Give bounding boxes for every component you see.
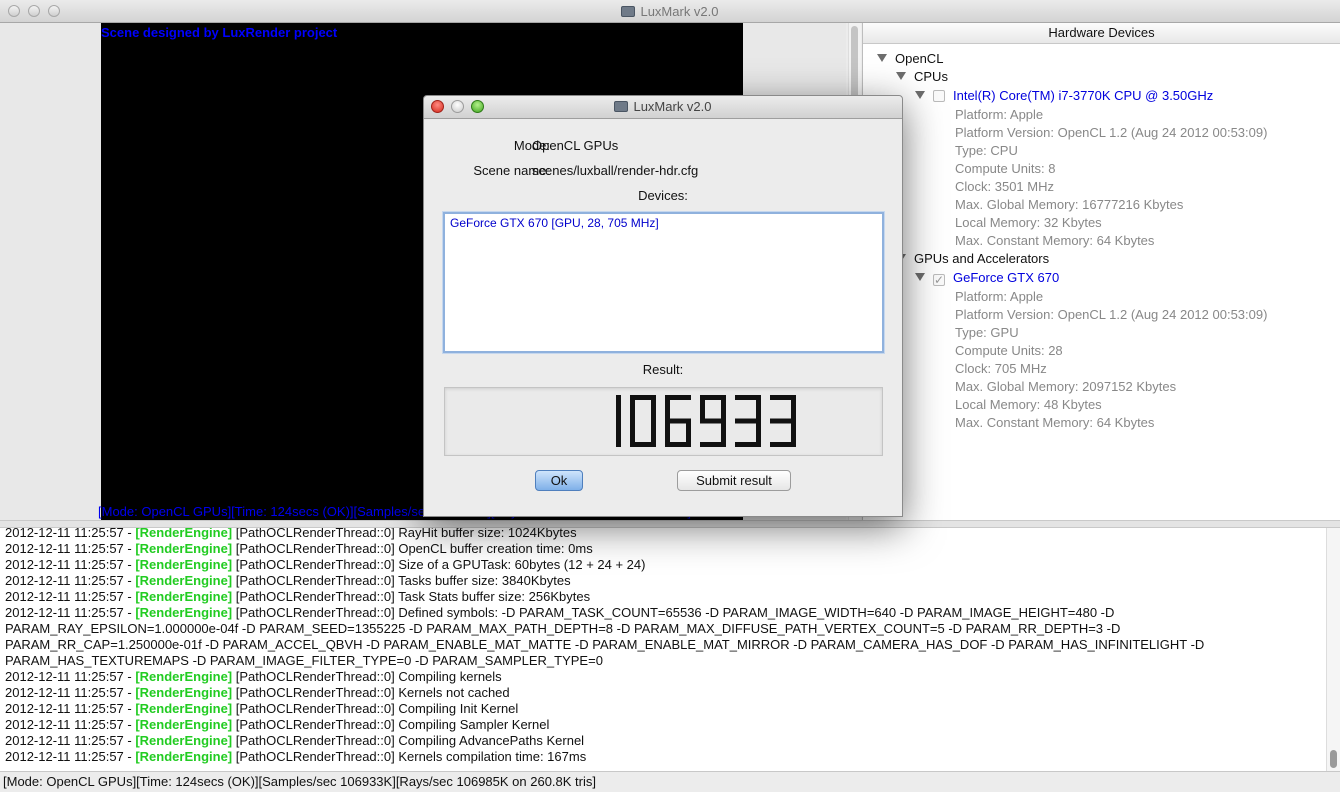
hardware-devices-panel: Hardware Devices OpenCL CPUs Intel(R) Co… (862, 23, 1340, 520)
lcd-segment (665, 395, 670, 421)
cpu-prop: Compute Units: 8 (955, 161, 1056, 176)
cpu-prop: Max. Constant Memory: 64 Kbytes (955, 233, 1155, 248)
result-label: Result: (642, 362, 684, 377)
cpu-device-name: Intel(R) Core(TM) i7-3770K CPU @ 3.50GHz (953, 88, 1214, 103)
log-line: 2012-12-11 11:25:57 - [RenderEngine] [Pa… (5, 717, 550, 732)
checkmark-icon: ✓ (934, 273, 945, 287)
hardware-devices-header: Hardware Devices (863, 23, 1340, 44)
cpu-prop: Clock: 3501 MHz (955, 179, 1054, 194)
main-title-bar: LuxMark v2.0 (0, 0, 1340, 23)
log-line: 2012-12-11 11:25:57 - [RenderEngine] [Pa… (5, 541, 593, 556)
gpu-prop: Max. Constant Memory: 64 Kbytes (955, 415, 1155, 430)
disclosure-triangle-icon[interactable] (915, 273, 925, 281)
cpu-prop: Max. Global Memory: 16777216 Kbytes (955, 197, 1184, 212)
gpu-prop: Clock: 705 MHz (955, 361, 1047, 376)
submit-result-button[interactable]: Submit result (677, 470, 791, 491)
lcd-segment (700, 442, 726, 447)
log-line: 2012-12-11 11:25:57 - [RenderEngine] [Pa… (5, 573, 571, 588)
dialog-title-bar: LuxMark v2.0 (424, 96, 902, 119)
log-line: PARAM_RR_CAP=1.250000e-01f -D PARAM_ACCE… (5, 637, 1205, 652)
log-line: 2012-12-11 11:25:57 - [RenderEngine] [Pa… (5, 557, 646, 572)
status-bar: [Mode: OpenCL GPUs][Time: 124secs (OK)][… (0, 771, 1340, 791)
gpu-prop: Platform Version: OpenCL 1.2 (Aug 24 201… (955, 307, 1268, 322)
log-line: 2012-12-11 11:25:57 - [RenderEngine] [Pa… (5, 733, 585, 748)
log-line: 2012-12-11 11:25:57 - [RenderEngine] [Pa… (5, 528, 577, 540)
tree-node-opencl[interactable]: OpenCL (877, 50, 943, 68)
tree-node-cpu-device[interactable]: Intel(R) Core(TM) i7-3770K CPU @ 3.50GHz (915, 87, 1213, 105)
lcd-segment (791, 395, 796, 421)
scene-credit: Scene designed by LuxRender project (101, 25, 338, 40)
tree-node-cpus[interactable]: CPUs (896, 68, 948, 86)
lcd-segment (616, 421, 621, 447)
log-line: PARAM_RAY_EPSILON=1.000000e-04f -D PARAM… (5, 621, 1121, 636)
lcd-segment (616, 395, 621, 421)
lcd-segment (686, 421, 691, 447)
lcd-segment (770, 442, 796, 447)
result-display (444, 387, 883, 456)
gpu-prop: Type: GPU (955, 325, 1019, 340)
gpu-prop: Local Memory: 48 Kbytes (955, 397, 1102, 412)
devices-label: Devices: (638, 188, 688, 203)
lcd-result-readout (616, 395, 796, 447)
tree-node-gpus[interactable]: GPUs and Accelerators (896, 250, 1049, 268)
log-view[interactable]: 2012-12-11 11:25:57 - [RenderEngine] [Pa… (0, 528, 1326, 771)
lcd-segment (630, 442, 656, 447)
cpu-prop: Type: CPU (955, 143, 1018, 158)
result-dialog: LuxMark v2.0 Mode: OpenCL GPUs Scene nam… (423, 95, 903, 517)
device-list-item[interactable]: GeForce GTX 670 [GPU, 28, 705 MHz] (450, 216, 659, 230)
ok-button[interactable]: Ok (535, 470, 583, 491)
luxmark-app-icon (614, 101, 629, 112)
pane-splitter[interactable] (0, 520, 1340, 528)
log-line: 2012-12-11 11:25:57 - [RenderEngine] [Pa… (5, 605, 1115, 620)
cpu-device-checkbox[interactable] (933, 90, 945, 102)
disclosure-triangle-icon[interactable] (877, 54, 887, 62)
log-scrollbar-thumb[interactable] (1330, 750, 1337, 768)
tree-node-gpu-device[interactable]: ✓ GeForce GTX 670 (915, 269, 1059, 287)
lcd-segment (721, 395, 726, 421)
dialog-title: LuxMark v2.0 (633, 99, 712, 114)
cpu-prop: Local Memory: 32 Kbytes (955, 215, 1102, 230)
devices-list[interactable]: GeForce GTX 670 [GPU, 28, 705 MHz] (443, 212, 884, 353)
lcd-digits (616, 395, 796, 447)
mode-value: OpenCL GPUs (532, 138, 619, 153)
gpu-device-name: GeForce GTX 670 (953, 270, 1060, 285)
luxmark-app-icon (621, 6, 636, 17)
lcd-segment (651, 395, 656, 421)
lcd-segment (630, 395, 635, 421)
log-line: 2012-12-11 11:25:57 - [RenderEngine] [Pa… (5, 685, 510, 700)
lcd-segment (700, 418, 726, 424)
gpu-prop: Platform: Apple (955, 289, 1044, 304)
gpu-prop: Compute Units: 28 (955, 343, 1063, 358)
gpu-prop: Max. Global Memory: 2097152 Kbytes (955, 379, 1177, 394)
log-line: 2012-12-11 11:25:57 - [RenderEngine] [Pa… (5, 589, 591, 604)
lcd-segment (756, 395, 761, 421)
scene-name-value: scenes/luxball/render-hdr.cfg (532, 163, 699, 178)
log-scrollbar[interactable] (1326, 528, 1340, 771)
log-line: 2012-12-11 11:25:57 - [RenderEngine] [Pa… (5, 669, 502, 684)
cpu-prop: Platform: Apple (955, 107, 1044, 122)
lcd-segment (735, 442, 761, 447)
cpu-prop: Platform Version: OpenCL 1.2 (Aug 24 201… (955, 125, 1268, 140)
log-line: 2012-12-11 11:25:57 - [RenderEngine] [Pa… (5, 749, 587, 764)
disclosure-triangle-icon[interactable] (915, 91, 925, 99)
window-title: LuxMark v2.0 (640, 4, 719, 19)
log-line: 2012-12-11 11:25:57 - [RenderEngine] [Pa… (5, 701, 519, 716)
lcd-segment (700, 395, 705, 421)
gpu-device-checkbox[interactable]: ✓ (933, 274, 945, 286)
log-line: PARAM_HAS_TEXTUREMAPS -D PARAM_IMAGE_FIL… (5, 653, 603, 668)
disclosure-triangle-icon[interactable] (896, 72, 906, 80)
